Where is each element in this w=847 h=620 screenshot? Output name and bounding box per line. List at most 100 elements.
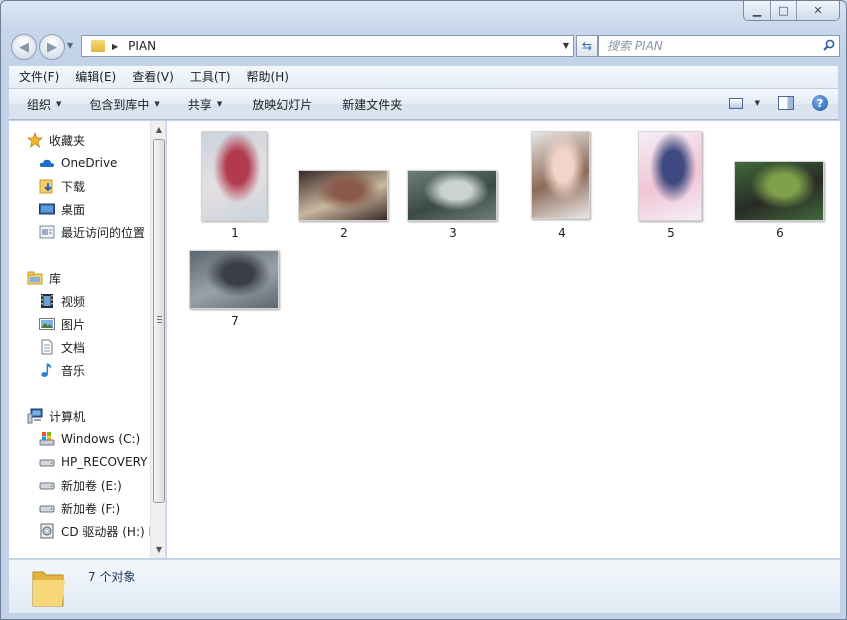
nav-item-label: 桌面 [61, 202, 86, 217]
address-history-dropdown[interactable]: ▼ [563, 41, 569, 50]
nav-item-label: 图片 [61, 317, 86, 332]
menu-edit[interactable]: 编辑(E) [67, 66, 124, 88]
cloud-icon [39, 155, 55, 171]
image-thumbnail[interactable] [638, 131, 702, 221]
nav-item-pictures[interactable]: 图片 [9, 313, 85, 335]
nav-item-drive-f[interactable]: 新加卷 (F:) [9, 497, 120, 519]
preview-pane-icon[interactable] [778, 96, 794, 110]
minimize-button[interactable]: ▁ [744, 1, 770, 20]
forward-button[interactable]: ▶ [39, 34, 65, 60]
share-button[interactable]: 共享 ▼ [170, 96, 232, 113]
nav-computer[interactable]: 计算机 [9, 405, 85, 427]
breadcrumb-separator-icon[interactable]: ▶ [112, 42, 118, 51]
nav-item-label: CD 驱动器 (H:) H [61, 524, 158, 539]
image-thumbnail[interactable] [407, 170, 497, 221]
file-name[interactable]: 7 [185, 314, 285, 328]
nav-libraries-label: 库 [49, 271, 62, 286]
search-box [598, 35, 840, 57]
image-thumbnail[interactable] [189, 250, 279, 309]
new-folder-button[interactable]: 新建文件夹 [322, 96, 412, 113]
nav-scrollbar[interactable]: ▲ ▼ [150, 121, 165, 558]
image-thumbnail[interactable] [201, 131, 267, 221]
change-view-button[interactable]: ▼ [728, 97, 760, 109]
nav-item-music[interactable]: 音乐 [9, 359, 85, 381]
file-name[interactable]: 2 [294, 226, 394, 240]
new-folder-label: 新建文件夹 [342, 97, 403, 112]
nav-item-label: 新加卷 (E:) [61, 478, 122, 493]
download-folder-icon [39, 178, 55, 194]
nav-item-desktop[interactable]: 桌面 [9, 198, 85, 220]
menu-file[interactable]: 文件(F) [11, 66, 67, 88]
nav-item-drive-e[interactable]: 新加卷 (E:) [9, 474, 122, 496]
nav-favorites[interactable]: 收藏夹 [9, 129, 85, 151]
nav-favorites-label: 收藏夹 [49, 133, 86, 148]
chevron-down-icon: ▼ [154, 100, 160, 108]
organize-button[interactable]: 组织 ▼ [9, 96, 71, 113]
maximize-button[interactable]: □ [770, 1, 796, 20]
command-bar: 组织 ▼ 包含到库中 ▼ 共享 ▼ 放映幻灯片 新建文件夹 ▼ ? [9, 89, 838, 120]
share-label: 共享 [187, 97, 212, 112]
file-name[interactable]: 6 [730, 226, 830, 240]
address-bar[interactable]: ▶ PIAN ▼ [81, 35, 574, 57]
nav-libraries[interactable]: 库 [9, 267, 61, 289]
nav-item-videos[interactable]: 视频 [9, 290, 85, 312]
search-input[interactable] [607, 37, 819, 55]
nav-item-recent-places[interactable]: 最近访问的位置 [9, 221, 145, 243]
menu-help[interactable]: 帮助(H) [239, 66, 297, 88]
organize-label: 组织 [27, 97, 52, 112]
cd-drive-icon [39, 523, 55, 539]
image-thumbnail[interactable] [298, 170, 388, 221]
explorer-window: ▁ □ ✕ ◀ ▶ ▼ ▶ PIAN ▼ ⇆ 文件(F) 编辑(E) 查看( [0, 0, 847, 620]
nav-item-downloads[interactable]: 下载 [9, 175, 85, 197]
close-button[interactable]: ✕ [796, 1, 839, 20]
grip-icon [157, 316, 162, 323]
image-thumbnail[interactable] [531, 131, 590, 219]
image-thumbnail[interactable] [734, 161, 824, 221]
nav-item-drive-c[interactable]: Windows (C:) [9, 428, 140, 450]
nav-item-hp-recovery[interactable]: HP_RECOVERY [9, 451, 147, 473]
file-list[interactable]: 123456 7 [167, 121, 840, 558]
nav-item-documents[interactable]: 文档 [9, 336, 85, 358]
navigation-bar: ◀ ▶ ▼ ▶ PIAN ▼ ⇆ [11, 34, 840, 60]
recent-places-icon [39, 224, 55, 240]
file-name[interactable]: 1 [185, 226, 285, 240]
menu-tools[interactable]: 工具(T) [182, 66, 239, 88]
chevron-down-icon: ▼ [56, 100, 62, 108]
refresh-button[interactable]: ⇆ [576, 35, 598, 57]
recent-pages-dropdown[interactable]: ▼ [67, 41, 73, 50]
nav-item-label: 新加卷 (F:) [61, 501, 121, 516]
desktop-icon [39, 201, 55, 217]
pictures-icon [39, 316, 55, 332]
slideshow-button[interactable]: 放映幻灯片 [232, 96, 322, 113]
search-icon[interactable] [819, 39, 839, 54]
nav-item-onedrive[interactable]: OneDrive [9, 152, 117, 174]
drive-icon [39, 477, 55, 493]
scroll-up-icon[interactable]: ▲ [151, 121, 165, 138]
menu-view[interactable]: 查看(V) [124, 66, 182, 88]
file-name[interactable]: 5 [621, 226, 721, 240]
include-in-library-label: 包含到库中 [89, 97, 150, 112]
view-icon [728, 97, 743, 109]
nav-item-label: 视频 [61, 294, 86, 309]
breadcrumb-current[interactable]: PIAN [128, 39, 156, 53]
file-name[interactable]: 3 [403, 226, 503, 240]
include-in-library-button[interactable]: 包含到库中 ▼ [71, 96, 169, 113]
scroll-thumb[interactable] [153, 139, 165, 503]
scroll-down-icon[interactable]: ▼ [151, 541, 165, 558]
navigation-pane: 收藏夹 OneDrive 下载 桌面 最近访问的位置 库 视频 图片 文档 音乐… [9, 121, 166, 558]
library-icon [27, 270, 43, 286]
item-count: 7 个对象 [88, 570, 136, 584]
file-name[interactable]: 4 [512, 226, 612, 240]
drive-icon [39, 500, 55, 516]
nav-item-label: Windows (C:) [61, 432, 141, 446]
toolbar-right-group: ▼ ? [728, 95, 828, 111]
refresh-icon: ⇆ [581, 39, 593, 53]
folder-icon [91, 40, 105, 52]
back-arrow-icon: ◀ [19, 39, 29, 55]
help-icon[interactable]: ? [812, 95, 828, 111]
back-button[interactable]: ◀ [11, 34, 37, 60]
details-pane: 7 个对象 [9, 559, 840, 613]
nav-computer-label: 计算机 [49, 409, 86, 424]
nav-item-cd-drive[interactable]: CD 驱动器 (H:) H [9, 520, 158, 542]
slideshow-label: 放映幻灯片 [252, 97, 313, 112]
